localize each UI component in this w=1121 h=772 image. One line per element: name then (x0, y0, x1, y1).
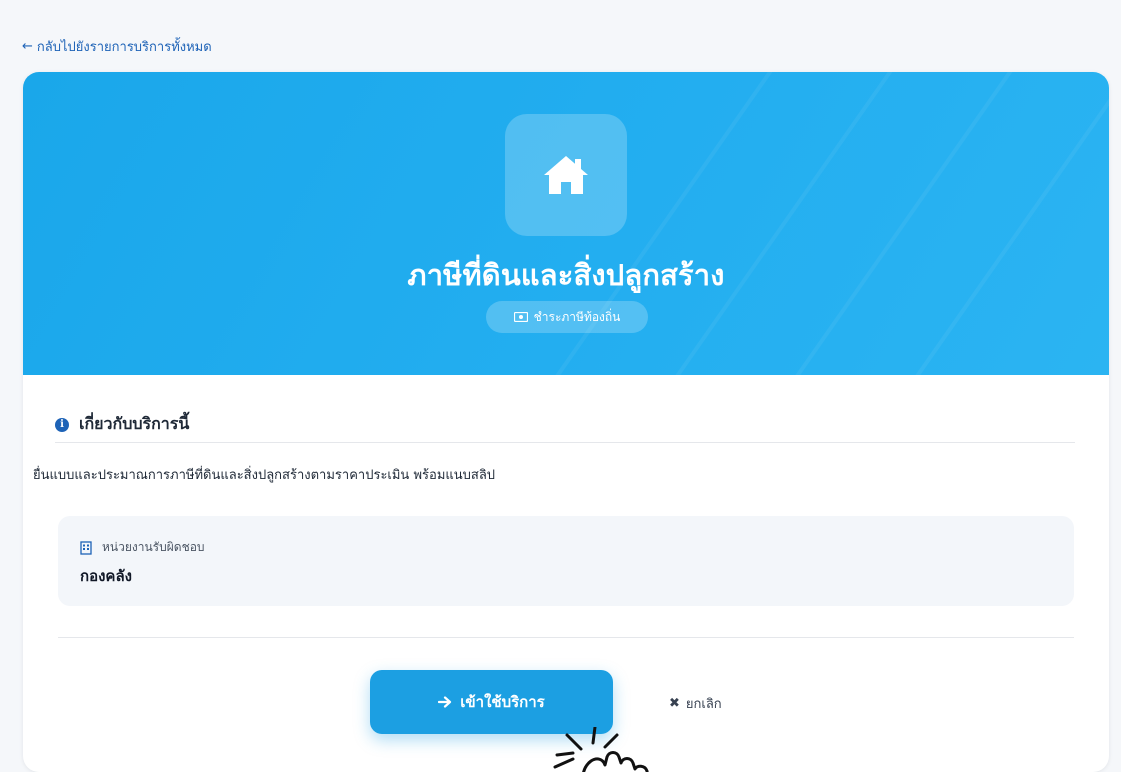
pointer-hand-icon (553, 727, 649, 772)
department-panel: หน่วยงานรับผิดชอบ กองคลัง (58, 516, 1074, 606)
service-title: ภาษีที่ดินและสิ่งปลูกสร้าง (407, 258, 725, 292)
department-label: หน่วยงานรับผิดชอบ (102, 540, 205, 554)
service-icon-tile (505, 114, 627, 236)
about-heading: เกี่ยวกับบริการนี้ (79, 414, 190, 433)
money-icon (513, 312, 528, 322)
hero-decoration (782, 72, 1028, 375)
service-hero-banner: ภาษีที่ดินและสิ่งปลูกสร้าง ชำระภาษีท้องถ… (23, 72, 1109, 375)
about-section-header: i เกี่ยวกับบริการนี้ (55, 412, 189, 437)
home-icon (544, 156, 588, 194)
enter-service-button[interactable]: เข้าใช้บริการ (370, 670, 613, 734)
department-label-row: หน่วยงานรับผิดชอบ (80, 538, 205, 557)
close-icon: ✖ (669, 695, 680, 711)
back-to-services-link[interactable]: ← กลับไปยังรายการบริการทั้งหมด (22, 36, 212, 57)
arrow-left-icon: ← (22, 39, 33, 54)
hero-decoration (662, 72, 908, 375)
back-link-label: กลับไปยังรายการบริการทั้งหมด (36, 40, 212, 55)
actions-divider (58, 637, 1074, 638)
section-divider (55, 442, 1075, 443)
department-value: กองคลัง (80, 567, 132, 585)
service-category-label: ชำระภาษีท้องถิ่น (533, 309, 621, 324)
building-icon (80, 540, 92, 555)
enter-service-label: เข้าใช้บริการ (460, 693, 545, 711)
service-card: ภาษีที่ดินและสิ่งปลูกสร้าง ชำระภาษีท้องถ… (23, 72, 1109, 772)
cancel-label: ยกเลิก (685, 696, 722, 712)
info-icon: i (55, 417, 69, 432)
service-category-badge: ชำระภาษีท้องถิ่น (486, 301, 648, 333)
hero-decoration (902, 72, 1109, 375)
cancel-button[interactable]: ✖ ยกเลิก (663, 692, 728, 714)
service-description: ยื่นแบบและประมาณการภาษีที่ดินและสิ่งปลูก… (33, 468, 496, 483)
arrow-right-icon (438, 696, 452, 708)
